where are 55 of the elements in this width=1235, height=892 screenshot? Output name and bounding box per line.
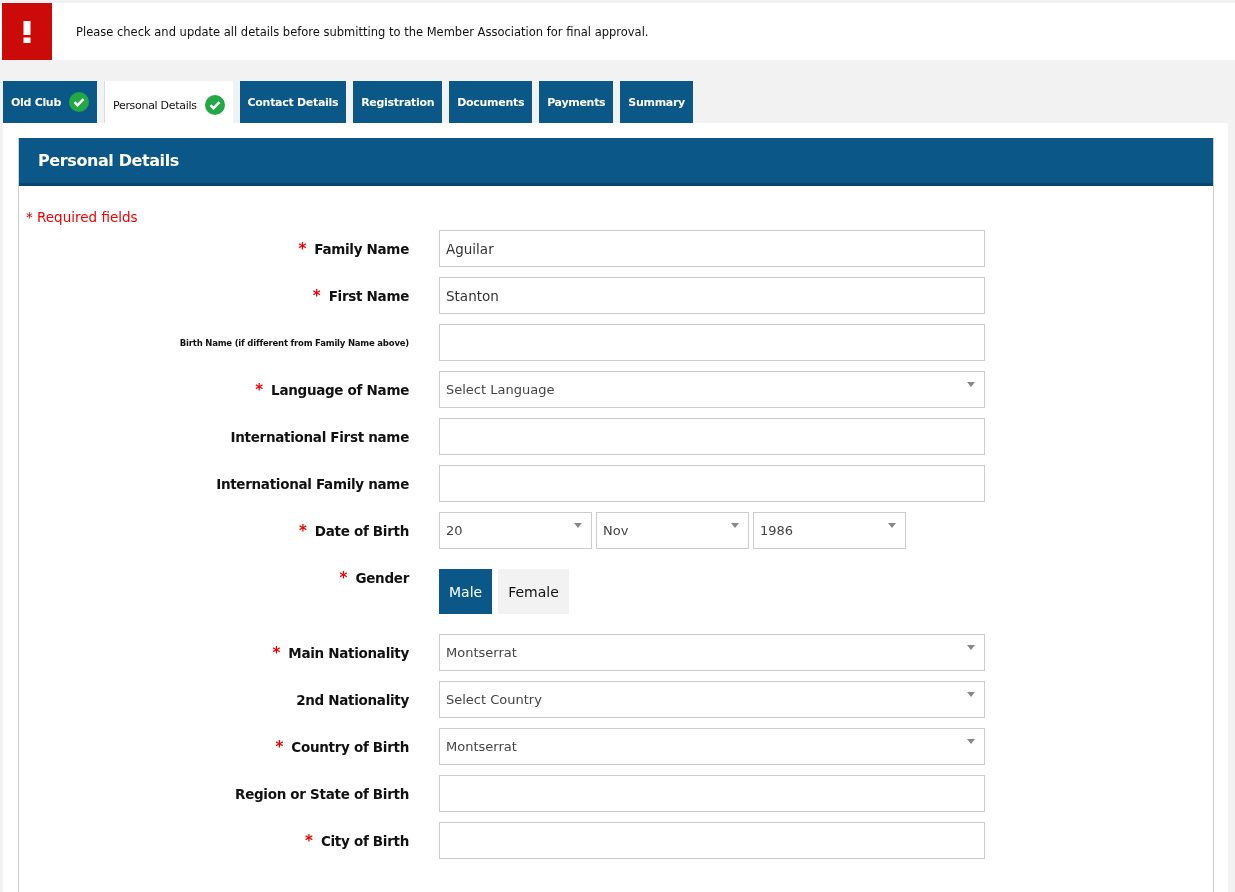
required-asterisk: * [312, 286, 321, 305]
caret-icon [888, 523, 896, 528]
input-field[interactable] [439, 418, 985, 455]
required-asterisk: * [305, 831, 313, 850]
dropdown[interactable]: Montserrat [439, 634, 985, 671]
required-asterisk: * [272, 643, 281, 662]
alert-message: Please check and update all details before submitting to the Member Association for final approval. [76, 24, 649, 39]
input-field[interactable] [439, 324, 985, 361]
tab[interactable]: Registration [353, 81, 443, 123]
input-field[interactable] [439, 775, 985, 812]
field-label: International Family name [216, 475, 409, 492]
field-label: International First name [230, 428, 409, 445]
required-asterisk: * [275, 737, 284, 756]
field-label: Main Nationality [288, 644, 409, 661]
tab[interactable]: Personal Details [104, 81, 233, 123]
input-field[interactable] [439, 465, 985, 502]
dropdown[interactable]: Montserrat [439, 728, 985, 765]
caret-icon [967, 645, 975, 650]
field-label: Family Name [314, 240, 409, 257]
dropdown[interactable]: 20 [439, 512, 592, 549]
field-label: Country of Birth [291, 738, 409, 755]
field-label: Birth Name (if different from Family Name above) [179, 337, 409, 348]
exclamation-icon [23, 20, 31, 43]
input-field[interactable] [439, 822, 985, 859]
caret-icon [967, 692, 975, 697]
tab[interactable]: Contact Details [239, 81, 347, 123]
field-label: First Name [328, 287, 409, 304]
caret-icon [967, 382, 975, 387]
required-asterisk: * [298, 521, 307, 540]
caret-icon [967, 739, 975, 744]
panel-title: Personal Details [38, 151, 179, 170]
required-asterisk: * [298, 239, 307, 258]
field-label: City of Birth [320, 832, 409, 849]
input-field[interactable]: Aguilar [439, 230, 985, 267]
required-fields-note: * Required fields [26, 209, 139, 225]
input-field[interactable]: Stanton [439, 277, 985, 314]
required-asterisk: * [339, 568, 348, 587]
tab[interactable]: Documents [449, 81, 533, 123]
dropdown[interactable]: Select Language [439, 371, 985, 408]
toggle-option[interactable]: Male [439, 569, 493, 614]
field-label: Gender [355, 569, 409, 586]
tab[interactable]: Old Club [3, 81, 97, 123]
field-label: Date of Birth [314, 522, 409, 539]
tab[interactable]: Summary [620, 81, 693, 123]
toggle-option[interactable]: Female [498, 569, 569, 614]
caret-icon [574, 523, 582, 528]
dropdown[interactable]: 1986 [753, 512, 906, 549]
dropdown[interactable]: Select Country [439, 681, 985, 718]
field-label: 2nd Nationality [296, 691, 409, 708]
field-label: Language of Name [271, 381, 409, 398]
tab[interactable]: Payments [539, 81, 614, 123]
caret-icon [731, 523, 739, 528]
required-asterisk: * [255, 380, 264, 399]
field-label: Region or State of Birth [235, 785, 409, 802]
dropdown[interactable]: Nov [596, 512, 749, 549]
